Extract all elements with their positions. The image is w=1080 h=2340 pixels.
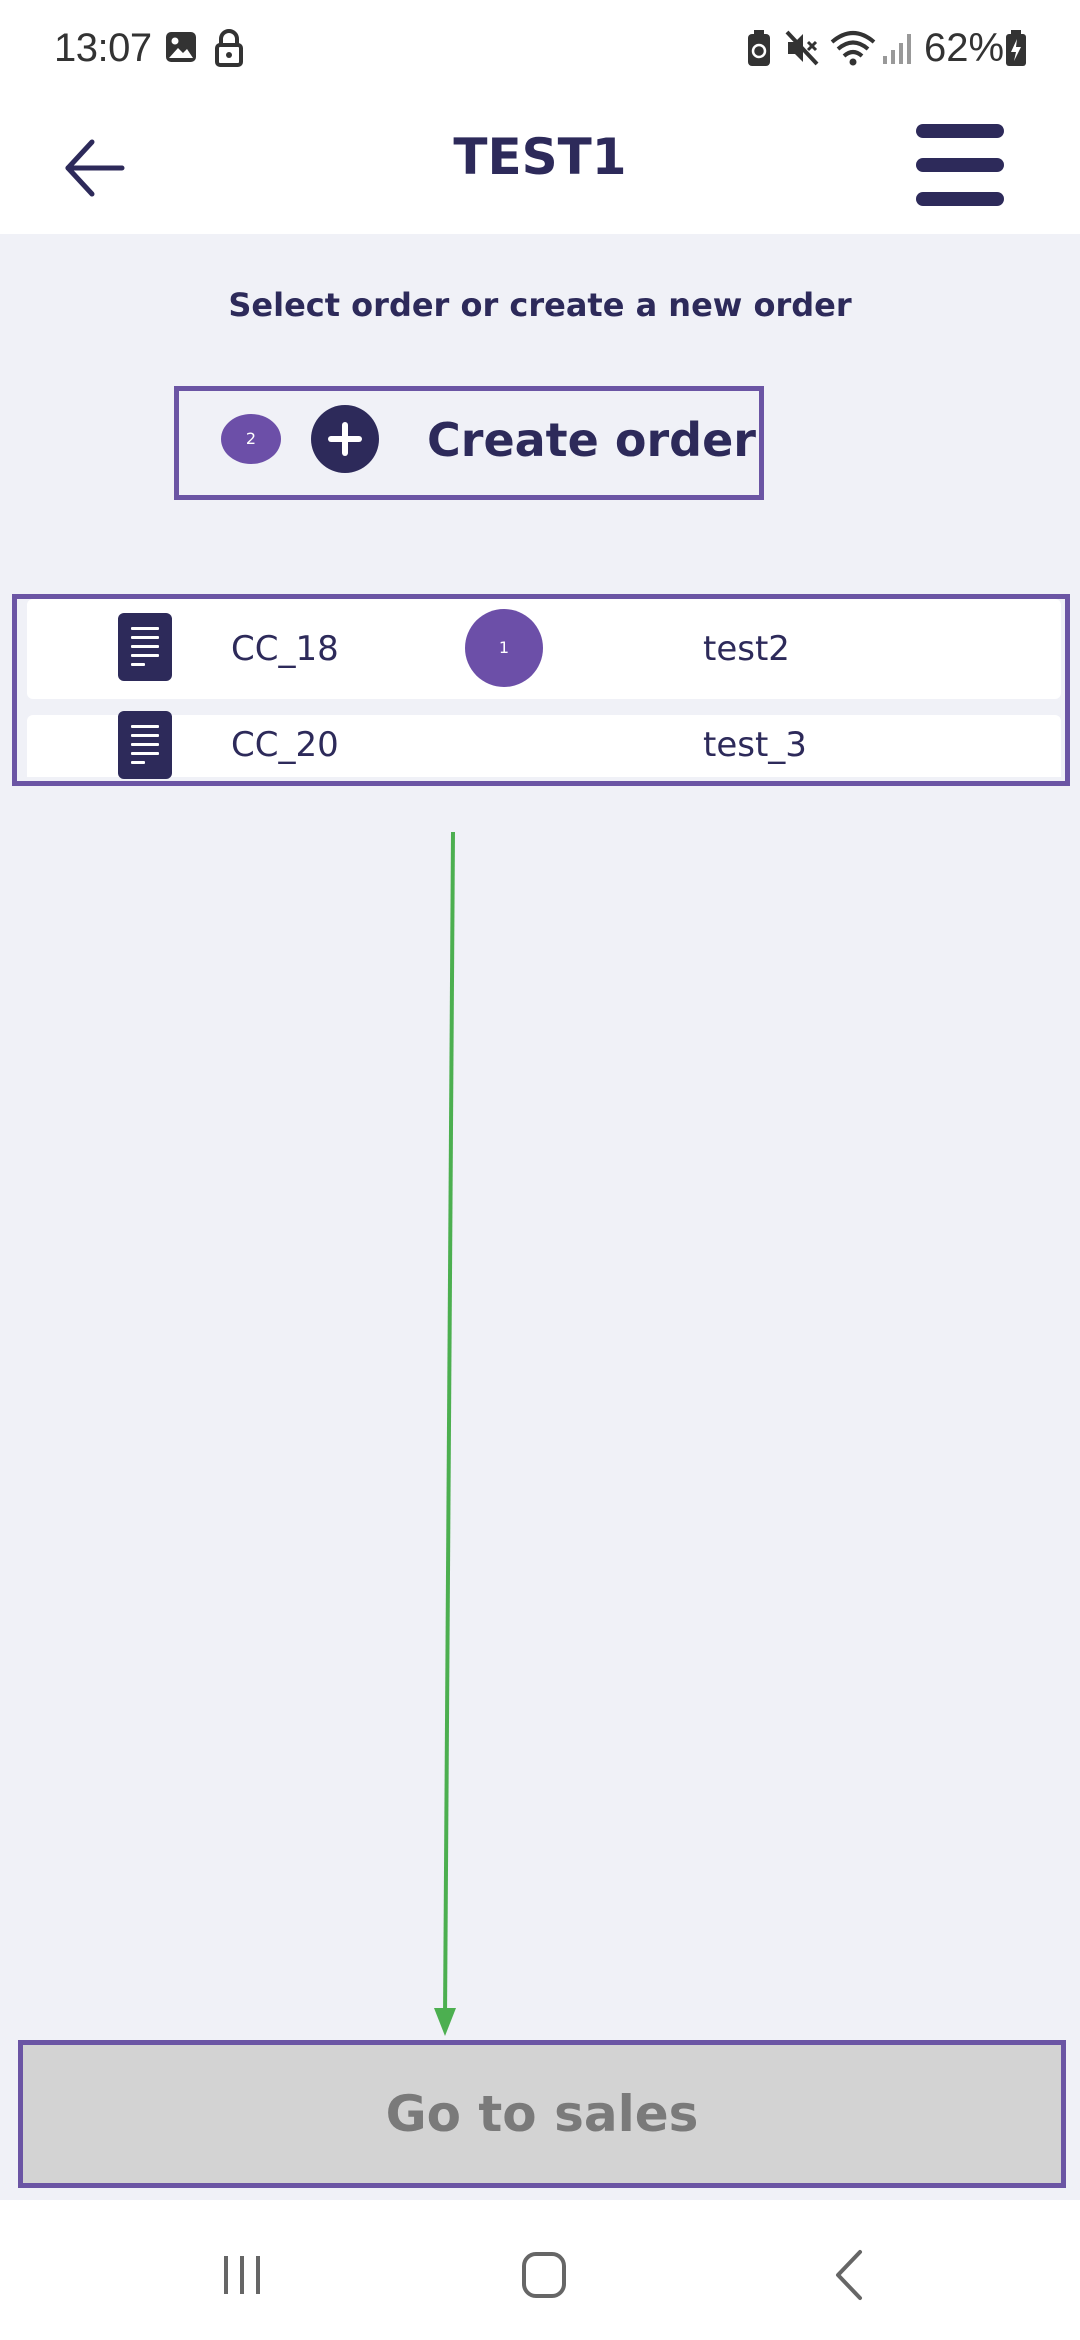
go-to-sales-label: Go to sales — [385, 2085, 699, 2143]
battery-saver-icon — [744, 28, 774, 72]
system-nav-bar — [0, 2200, 1080, 2340]
order-code: CC_18 — [231, 629, 339, 669]
instruction-text: Select order or create a new order — [228, 286, 852, 324]
order-list: CC_18 1 test2 CC_20 test_3 — [12, 594, 1070, 786]
step-badge: 2 — [221, 414, 281, 464]
mute-icon — [784, 28, 820, 72]
order-code: CC_20 — [231, 725, 339, 765]
go-to-sales-button[interactable]: Go to sales — [18, 2040, 1066, 2188]
screen: 13:07 62% TEST1 Select order or create a… — [0, 0, 1080, 2340]
document-icon — [118, 711, 172, 779]
step-badge: 1 — [465, 609, 543, 687]
main-content: Select order or create a new order 2 Cre… — [0, 234, 1080, 2200]
list-item[interactable]: CC_18 1 test2 — [27, 599, 1061, 699]
home-button[interactable] — [504, 2240, 584, 2310]
lock-icon — [212, 28, 246, 72]
back-icon — [836, 2250, 862, 2300]
document-icon — [118, 613, 172, 681]
home-icon — [522, 2252, 566, 2298]
image-icon — [164, 28, 198, 70]
battery-percentage: 62% — [924, 26, 1005, 70]
wifi-icon — [828, 28, 878, 72]
list-item[interactable]: CC_20 test_3 — [27, 711, 1061, 779]
recent-apps-icon — [224, 2256, 260, 2294]
plus-circle-icon — [311, 405, 379, 473]
order-name: test2 — [703, 629, 790, 669]
signal-icon — [880, 28, 916, 72]
order-name: test_3 — [703, 725, 807, 765]
battery-charging-icon — [1004, 28, 1028, 72]
status-bar: 13:07 62% — [0, 0, 1080, 100]
create-order-label: Create order — [427, 413, 756, 467]
recent-apps-button[interactable] — [202, 2240, 282, 2310]
app-header: TEST1 — [0, 100, 1080, 234]
status-time: 13:07 — [54, 26, 152, 70]
system-back-button[interactable] — [808, 2240, 888, 2310]
menu-button[interactable] — [914, 120, 1006, 214]
create-order-button[interactable]: 2 Create order — [174, 386, 764, 500]
